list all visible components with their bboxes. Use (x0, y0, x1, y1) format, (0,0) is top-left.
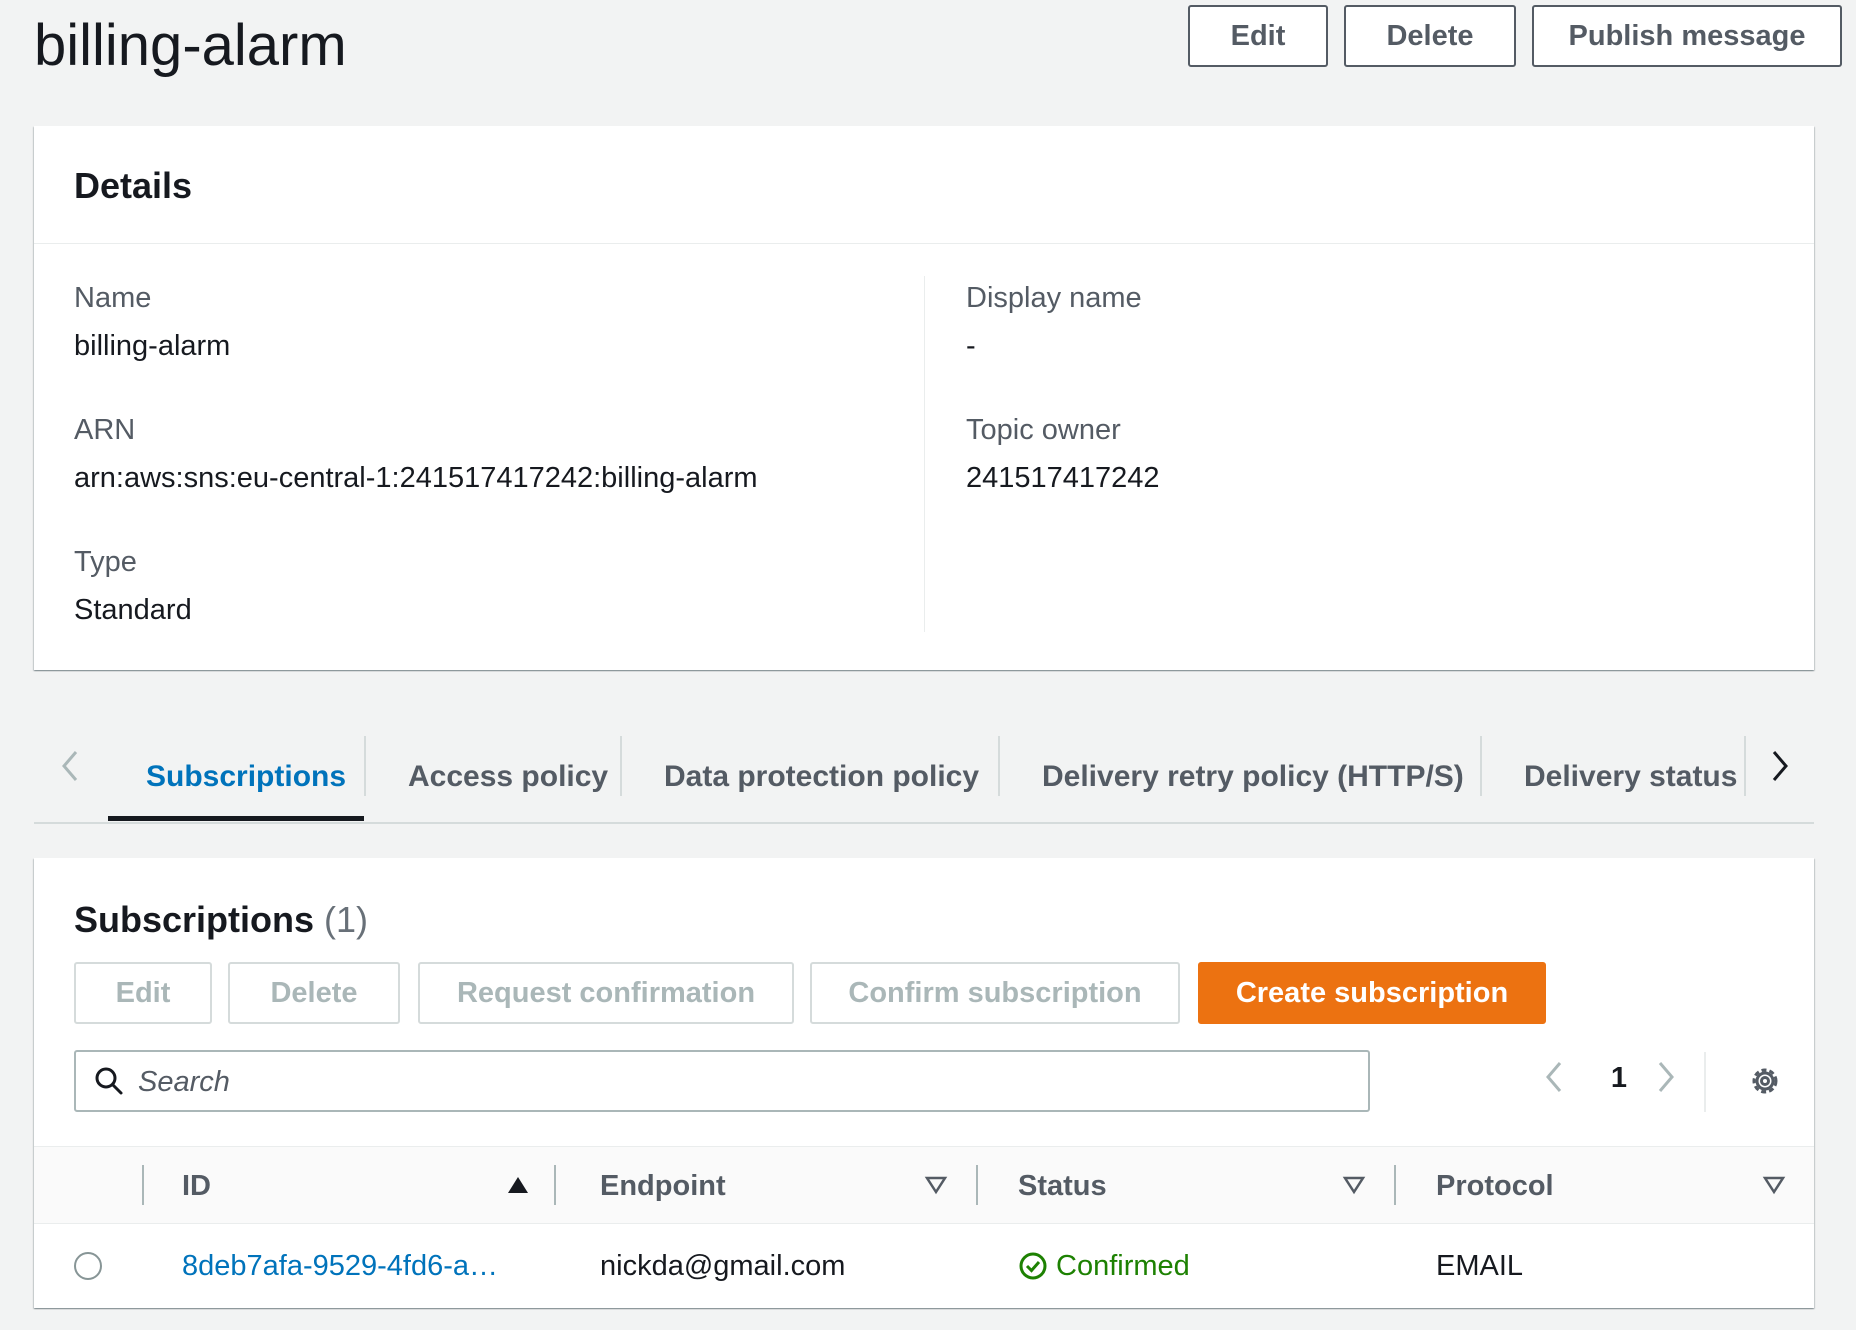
subscriptions-heading: Subscriptions (74, 899, 315, 940)
pager-separator (1704, 1052, 1706, 1112)
column-header-protocol[interactable]: Protocol (1436, 1147, 1554, 1225)
subscriptions-title: Subscriptions (1) (74, 898, 368, 942)
current-page-number[interactable]: 1 (1604, 1062, 1634, 1095)
create-subscription-button[interactable]: Create subscription (1198, 962, 1546, 1024)
subscription-id-link[interactable]: 8deb7afa-9529-4fd6-a… (182, 1248, 498, 1284)
publish-message-button[interactable]: Publish message (1532, 5, 1842, 67)
type-value: Standard (74, 594, 192, 626)
delete-subscription-button[interactable]: Delete (228, 962, 400, 1024)
subscription-endpoint: nickda@gmail.com (600, 1250, 846, 1282)
search-icon (95, 1067, 123, 1095)
tab-data-protection-policy[interactable]: Data protection policy (664, 734, 979, 820)
tab-separator (1480, 736, 1482, 796)
details-panel: Details Name billing-alarm ARN arn:aws:s… (34, 126, 1814, 670)
column-separator (1394, 1165, 1396, 1205)
tabs-scroll-right-icon[interactable] (1760, 746, 1800, 796)
tab-delivery-retry-policy[interactable]: Delivery retry policy (HTTP/S) (1042, 734, 1464, 820)
tabs-scroll-left-icon[interactable] (50, 746, 90, 796)
details-title: Details (74, 165, 193, 206)
column-divider (924, 276, 925, 632)
tab-separator (364, 736, 366, 796)
display-name-label: Display name (966, 282, 1142, 314)
caret-down-icon[interactable] (1762, 1175, 1786, 1195)
search-input[interactable] (138, 1060, 1338, 1104)
caret-down-icon[interactable] (924, 1175, 948, 1195)
details-header: Details (34, 126, 1814, 244)
gear-icon[interactable] (1748, 1064, 1782, 1098)
request-confirmation-button[interactable]: Request confirmation (418, 962, 794, 1024)
name-label: Name (74, 282, 152, 314)
tab-separator (620, 736, 622, 796)
topic-owner-label: Topic owner (966, 414, 1121, 446)
tab-separator (1744, 736, 1746, 796)
subscriptions-panel: Subscriptions (1) Edit Delete Request co… (34, 858, 1814, 1308)
check-circle-icon (1019, 1252, 1047, 1280)
column-separator (554, 1165, 556, 1205)
column-header-status[interactable]: Status (1018, 1147, 1107, 1225)
display-name-value: - (966, 330, 976, 362)
name-value: billing-alarm (74, 330, 231, 362)
column-separator (142, 1165, 144, 1205)
column-separator (976, 1165, 978, 1205)
topic-owner-value: 241517417242 (966, 462, 1160, 494)
subscription-protocol: EMAIL (1436, 1250, 1524, 1282)
column-header-endpoint[interactable]: Endpoint (600, 1147, 726, 1225)
tab-delivery-status-logging[interactable]: Delivery status l (1524, 734, 1744, 820)
arn-label: ARN (74, 414, 136, 446)
table-header: ID Endpoint Status Protocol (34, 1146, 1814, 1224)
caret-down-icon[interactable] (1342, 1175, 1366, 1195)
confirm-subscription-button[interactable]: Confirm subscription (810, 962, 1180, 1024)
delete-topic-button[interactable]: Delete (1344, 5, 1516, 67)
status-text: Confirmed (1056, 1250, 1190, 1282)
row-select-radio[interactable] (74, 1252, 102, 1280)
tab-access-policy[interactable]: Access policy (408, 734, 608, 820)
edit-topic-button[interactable]: Edit (1188, 5, 1328, 67)
previous-page-icon[interactable] (1534, 1056, 1574, 1106)
edit-subscription-button[interactable]: Edit (74, 962, 212, 1024)
tab-subscriptions[interactable]: Subscriptions (146, 734, 346, 820)
column-header-id[interactable]: ID (182, 1147, 211, 1225)
table-row: 8deb7afa-9529-4fd6-a… nickda@gmail.com C… (34, 1224, 1814, 1308)
arn-value: arn:aws:sns:eu-central-1:241517417242:bi… (74, 462, 758, 494)
subscription-status: Confirmed (1018, 1248, 1190, 1284)
active-tab-indicator (108, 816, 364, 821)
search-box[interactable] (74, 1050, 1370, 1112)
subscriptions-count: (1) (324, 899, 369, 940)
page-title: billing-alarm (34, 13, 347, 78)
type-label: Type (74, 546, 137, 578)
caret-up-icon[interactable] (506, 1175, 530, 1195)
tab-separator (998, 736, 1000, 796)
next-page-icon[interactable] (1646, 1056, 1686, 1106)
